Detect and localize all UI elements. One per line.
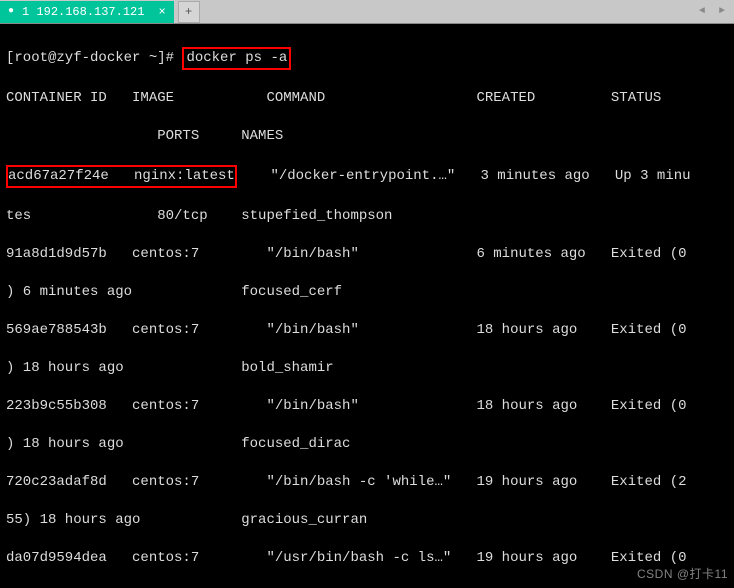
terminal[interactable]: [root@zyf-docker ~]# docker ps -a CONTAI… <box>0 24 734 588</box>
table-header-2: PORTS NAMES <box>6 127 728 146</box>
row0-b: "/docker-entrypoint.…" 3 minutes ago Up … <box>237 168 691 184</box>
watermark: CSDN @打卡11 <box>637 565 728 584</box>
row0-c: tes 80/tcp stupefied_thompson <box>6 207 728 226</box>
new-tab-button[interactable]: + <box>178 1 200 23</box>
highlight-cmd-ps: docker ps -a <box>182 47 291 70</box>
row2-a: 569ae788543b centos:7 "/bin/bash" 18 hou… <box>6 321 728 340</box>
row5-a: da07d9594dea centos:7 "/usr/bin/bash -c … <box>6 549 728 568</box>
prompt: [root@zyf-docker ~]# <box>6 50 182 66</box>
row2-c: ) 18 hours ago bold_shamir <box>6 359 728 378</box>
highlight-container-img: acd67a27f24e nginx:latest <box>6 165 237 188</box>
tab-title: 1 192.168.137.121 <box>22 1 144 23</box>
tab-nav: ◄ ► <box>694 4 730 20</box>
row4-c: 55) 18 hours ago gracious_curran <box>6 511 728 530</box>
row0-a: acd67a27f24e nginx:latest <box>8 168 235 184</box>
cmd-docker-ps: docker ps -a <box>186 50 287 66</box>
row1-a: 91a8d1d9d57b centos:7 "/bin/bash" 6 minu… <box>6 245 728 264</box>
active-tab[interactable]: ● 1 192.168.137.121 × <box>0 1 174 23</box>
row3-a: 223b9c55b308 centos:7 "/bin/bash" 18 hou… <box>6 397 728 416</box>
next-tab-icon[interactable]: ► <box>714 4 730 20</box>
tab-indicator-icon: ● <box>8 1 14 23</box>
tab-bar: ● 1 192.168.137.121 × + ◄ ► <box>0 0 734 24</box>
close-tab-icon[interactable]: × <box>158 1 165 23</box>
table-header-1: CONTAINER ID IMAGE COMMAND CREATED STATU… <box>6 89 728 108</box>
row1-c: ) 6 minutes ago focused_cerf <box>6 283 728 302</box>
row4-a: 720c23adaf8d centos:7 "/bin/bash -c 'whi… <box>6 473 728 492</box>
prev-tab-icon[interactable]: ◄ <box>694 4 710 20</box>
row3-c: ) 18 hours ago focused_dirac <box>6 435 728 454</box>
